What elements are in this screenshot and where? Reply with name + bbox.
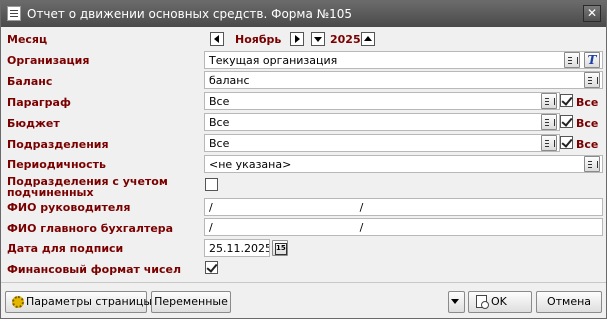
balance-field[interactable]: баланс xyxy=(204,71,603,89)
label-periodicity: Периодичность xyxy=(7,158,106,171)
dropdown-button[interactable] xyxy=(448,291,465,313)
gear-icon xyxy=(12,296,24,308)
label-subordinate-line2: подчиненных xyxy=(7,186,94,199)
window-title: Отчет о движении основных средств. Форма… xyxy=(27,7,353,21)
variables-button[interactable]: Переменные xyxy=(151,291,231,313)
footer-separator xyxy=(1,282,606,283)
preview-icon xyxy=(476,295,489,309)
label-month: Месяц xyxy=(7,33,48,46)
label-head-name: ФИО руководителя xyxy=(7,201,131,214)
accountant-name-field[interactable]: / / xyxy=(204,218,603,236)
departments-list-button[interactable] xyxy=(541,135,557,151)
label-sign-date: Дата для подписи xyxy=(7,242,124,255)
report-dialog: Отчет о движении основных средств. Форма… xyxy=(0,0,607,319)
budget-all-checkbox[interactable] xyxy=(560,115,573,128)
departments-all-checkbox[interactable] xyxy=(560,136,573,149)
label-accountant-name: ФИО главного бухгалтера xyxy=(7,222,174,235)
cancel-label: Отмена xyxy=(546,295,592,308)
title-bar[interactable]: Отчет о движении основных средств. Форма… xyxy=(1,1,606,27)
subordinate-checkbox[interactable] xyxy=(205,178,218,191)
budget-field[interactable]: Все xyxy=(204,113,560,131)
balance-list-button[interactable] xyxy=(584,72,600,88)
label-balance: Баланс xyxy=(7,75,53,88)
ok-label: OK xyxy=(491,295,507,308)
head-name-field[interactable]: / / xyxy=(204,198,603,216)
month-prev-button[interactable] xyxy=(210,32,224,46)
year-up-button[interactable] xyxy=(361,32,375,46)
budget-list-button[interactable] xyxy=(541,114,557,130)
year-down-button[interactable] xyxy=(311,32,325,46)
page-params-button[interactable]: Параметры страницы xyxy=(5,291,152,313)
label-paragraph: Параграф xyxy=(7,96,71,109)
ok-button[interactable]: OK xyxy=(468,291,532,313)
month-value: Ноябрь xyxy=(235,33,282,46)
month-next-button[interactable] xyxy=(290,32,304,46)
paragraph-field[interactable]: Все xyxy=(204,92,560,110)
label-number-format: Финансовый формат чисел xyxy=(7,263,182,276)
paragraph-all-label: Все xyxy=(576,96,599,109)
page-params-label: Параметры страницы xyxy=(26,295,153,308)
budget-all-label: Все xyxy=(576,117,599,130)
label-budget: Бюджет xyxy=(7,117,60,130)
chevron-down-icon xyxy=(449,295,464,309)
close-button[interactable]: ✕ xyxy=(583,5,601,22)
sign-date-field[interactable]: 25.11.2025 xyxy=(204,239,270,257)
periodicity-field[interactable]: <не указана> xyxy=(204,155,603,173)
organization-list-button[interactable] xyxy=(564,52,580,68)
paragraph-all-checkbox[interactable] xyxy=(560,94,573,107)
year-value: 2025 xyxy=(330,33,361,46)
document-icon xyxy=(7,6,21,21)
organization-t-button[interactable]: T xyxy=(584,52,600,68)
organization-field[interactable]: Текущая организация xyxy=(204,51,603,69)
cancel-button[interactable]: Отмена xyxy=(536,291,602,313)
periodicity-list-button[interactable] xyxy=(584,156,600,172)
paragraph-list-button[interactable] xyxy=(541,93,557,109)
variables-label: Переменные xyxy=(154,295,228,308)
calendar-icon[interactable] xyxy=(272,240,288,256)
number-format-checkbox[interactable] xyxy=(205,261,218,274)
departments-all-label: Все xyxy=(576,138,599,151)
departments-field[interactable]: Все xyxy=(204,134,560,152)
label-departments: Подразделения xyxy=(7,138,109,151)
label-organization: Организация xyxy=(7,54,90,67)
